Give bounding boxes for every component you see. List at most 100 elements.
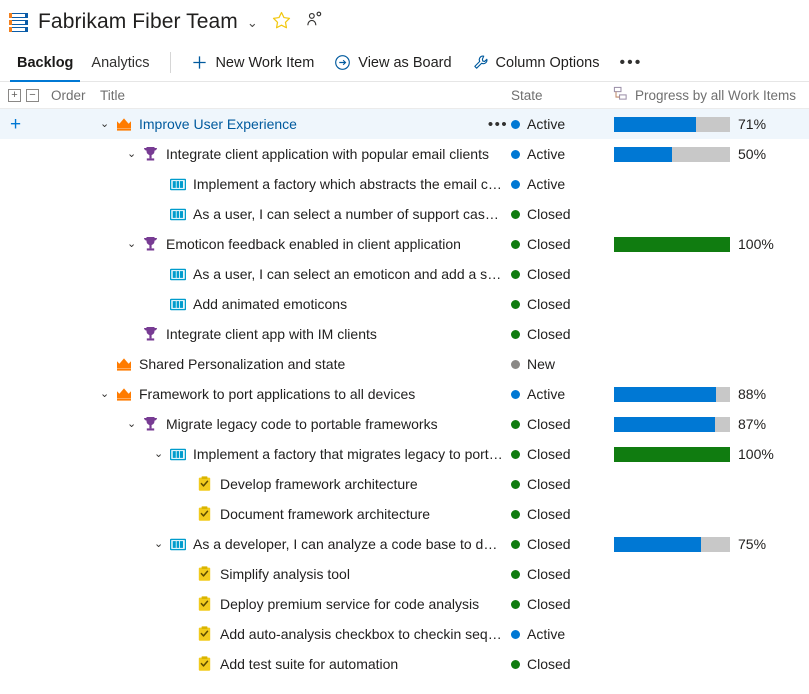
plus-icon [191,54,208,71]
progress-bar-fill [614,387,716,402]
work-item-title[interactable]: Shared Personalization and state [139,356,345,372]
chevron-down-icon[interactable]: ⌄ [100,119,115,130]
state-label: Active [527,626,565,642]
chevron-down-icon[interactable]: ⌄ [127,239,142,250]
column-options-button[interactable]: Column Options [462,44,610,81]
work-item-title[interactable]: As a user, I can select a number of supp… [193,206,505,222]
task-clipboard-icon [196,506,213,522]
state-label: Closed [527,206,571,222]
table-row[interactable]: ⌄As a user, I can select a number of sup… [0,199,809,229]
row-title-cell: ⌄ Integrate client application with popul… [100,146,511,162]
new-work-item-button[interactable]: New Work Item [181,44,324,81]
work-item-title[interactable]: Emoticon feedback enabled in client appl… [166,236,461,252]
column-header-state[interactable]: State [511,88,613,103]
tab-analytics-label: Analytics [91,55,149,71]
state-label: Closed [527,326,571,342]
table-row[interactable]: ⌄Implement a factory which abstracts the… [0,169,809,199]
row-title-cell: ⌄As a user, I can select an emoticon and… [100,266,511,282]
row-title-cell: ⌄ Framework to port applications to all d… [100,386,511,402]
state-label: Closed [527,416,571,432]
status-badge [511,270,520,279]
work-item-title[interactable]: Add test suite for automation [220,656,398,672]
add-work-item-button[interactable]: + [10,115,21,134]
table-row[interactable]: ⌄Deploy premium service for code analysi… [0,589,809,619]
column-header-progress[interactable]: Progress by all Work Items [613,86,809,104]
table-row[interactable]: ⌄ Framework to port applications to all d… [0,379,809,409]
table-row[interactable]: ⌄Shared Personalization and stateNew [0,349,809,379]
work-item-title[interactable]: Integrate client app with IM clients [166,326,377,342]
progress-percent-label: 71% [738,116,766,132]
feature-trophy-icon [142,416,159,432]
work-item-title[interactable]: Add animated emoticons [193,296,347,312]
team-chevron-down-icon[interactable]: ⌄ [247,16,258,29]
work-item-title[interactable]: As a user, I can select an emoticon and … [193,266,505,282]
chevron-down-icon[interactable]: ⌄ [100,389,115,400]
row-context-menu-button[interactable]: ••• [485,116,511,133]
work-item-title[interactable]: Implement a factory that migrates legacy… [193,446,505,462]
chevron-down-icon[interactable]: ⌄ [127,419,142,430]
expand-all-button[interactable]: + [8,89,21,102]
progress-bar [614,537,730,552]
row-progress-cell: 87% [613,416,809,432]
column-header-title[interactable]: Title [100,88,511,103]
work-item-title[interactable]: Develop framework architecture [220,476,418,492]
work-item-title[interactable]: Migrate legacy code to portable framewor… [166,416,438,432]
work-item-title[interactable]: Add auto-analysis checkbox to checkin se… [220,626,505,642]
row-title-cell: ⌄Implement a factory which abstracts the… [100,176,511,192]
table-row[interactable]: ⌄ Emoticon feedback enabled in client app… [0,229,809,259]
table-row[interactable]: ⌄Integrate client app with IM clientsClo… [0,319,809,349]
table-row[interactable]: ⌄ Integrate client application with popul… [0,139,809,169]
chevron-down-icon[interactable]: ⌄ [154,539,169,550]
progress-bar [614,117,730,132]
work-item-title[interactable]: Improve User Experience [139,116,297,132]
table-row[interactable]: ⌄ Migrate legacy code to portable framewo… [0,409,809,439]
table-row[interactable]: ⌄ As a developer, I can analyze a code ba… [0,529,809,559]
work-item-title[interactable]: Framework to port applications to all de… [139,386,415,402]
progress-percent-label: 50% [738,146,766,162]
table-row[interactable]: ⌄Simplify analysis toolClosed [0,559,809,589]
table-row[interactable]: ⌄Add test suite for automationClosed [0,649,809,679]
new-work-item-label: New Work Item [215,55,314,71]
chevron-down-icon[interactable]: ⌄ [154,449,169,460]
work-item-title[interactable]: As a developer, I can analyze a code bas… [193,536,505,552]
work-item-title[interactable]: Deploy premium service for code analysis [220,596,479,612]
table-row[interactable]: ⌄Add animated emoticonsClosed [0,289,809,319]
work-item-title[interactable]: Document framework architecture [220,506,430,522]
work-item-title[interactable]: Implement a factory which abstracts the … [193,176,505,192]
user-story-book-icon [169,296,186,312]
progress-percent-label: 87% [738,416,766,432]
table-row[interactable]: ⌄Develop framework architectureClosed [0,469,809,499]
work-item-title[interactable]: Integrate client application with popula… [166,146,489,162]
table-row[interactable]: +⌄Improve User Experience•••Active71% [0,109,809,139]
progress-bar-fill [614,117,696,132]
status-badge [511,300,520,309]
page-title: Fabrikam Fiber Team [38,10,238,34]
view-as-board-button[interactable]: View as Board [324,44,461,81]
epic-crown-icon [115,386,132,402]
app-header: Fabrikam Fiber Team ⌄ [0,0,809,44]
status-badge [511,120,520,129]
table-row[interactable]: ⌄Add auto-analysis checkbox to checkin s… [0,619,809,649]
team-members-icon[interactable] [305,10,324,34]
view-as-board-label: View as Board [358,55,451,71]
chevron-down-icon[interactable]: ⌄ [127,149,142,160]
row-order-cell: + [0,115,100,134]
row-title-cell: ⌄Shared Personalization and state [100,356,511,372]
state-label: Active [527,146,565,162]
work-item-title[interactable]: Simplify analysis tool [220,566,350,582]
collapse-all-button[interactable]: − [26,89,39,102]
row-title-cell: ⌄ Migrate legacy code to portable framewo… [100,416,511,432]
progress-bar-fill [614,537,701,552]
feature-trophy-icon [142,146,159,162]
column-header-progress-label: Progress by all Work Items [635,88,796,103]
table-row[interactable]: ⌄ Implement a factory that migrates legac… [0,439,809,469]
tab-analytics[interactable]: Analytics [82,44,158,81]
tab-backlog[interactable]: Backlog [8,44,82,81]
row-title-cell: ⌄Deploy premium service for code analysi… [100,596,511,612]
status-badge [511,150,520,159]
progress-percent-label: 75% [738,536,766,552]
more-commands-button[interactable]: ••• [610,44,653,81]
table-row[interactable]: ⌄Document framework architectureClosed [0,499,809,529]
favorite-star-icon[interactable] [272,11,291,34]
table-row[interactable]: ⌄As a user, I can select an emoticon and… [0,259,809,289]
